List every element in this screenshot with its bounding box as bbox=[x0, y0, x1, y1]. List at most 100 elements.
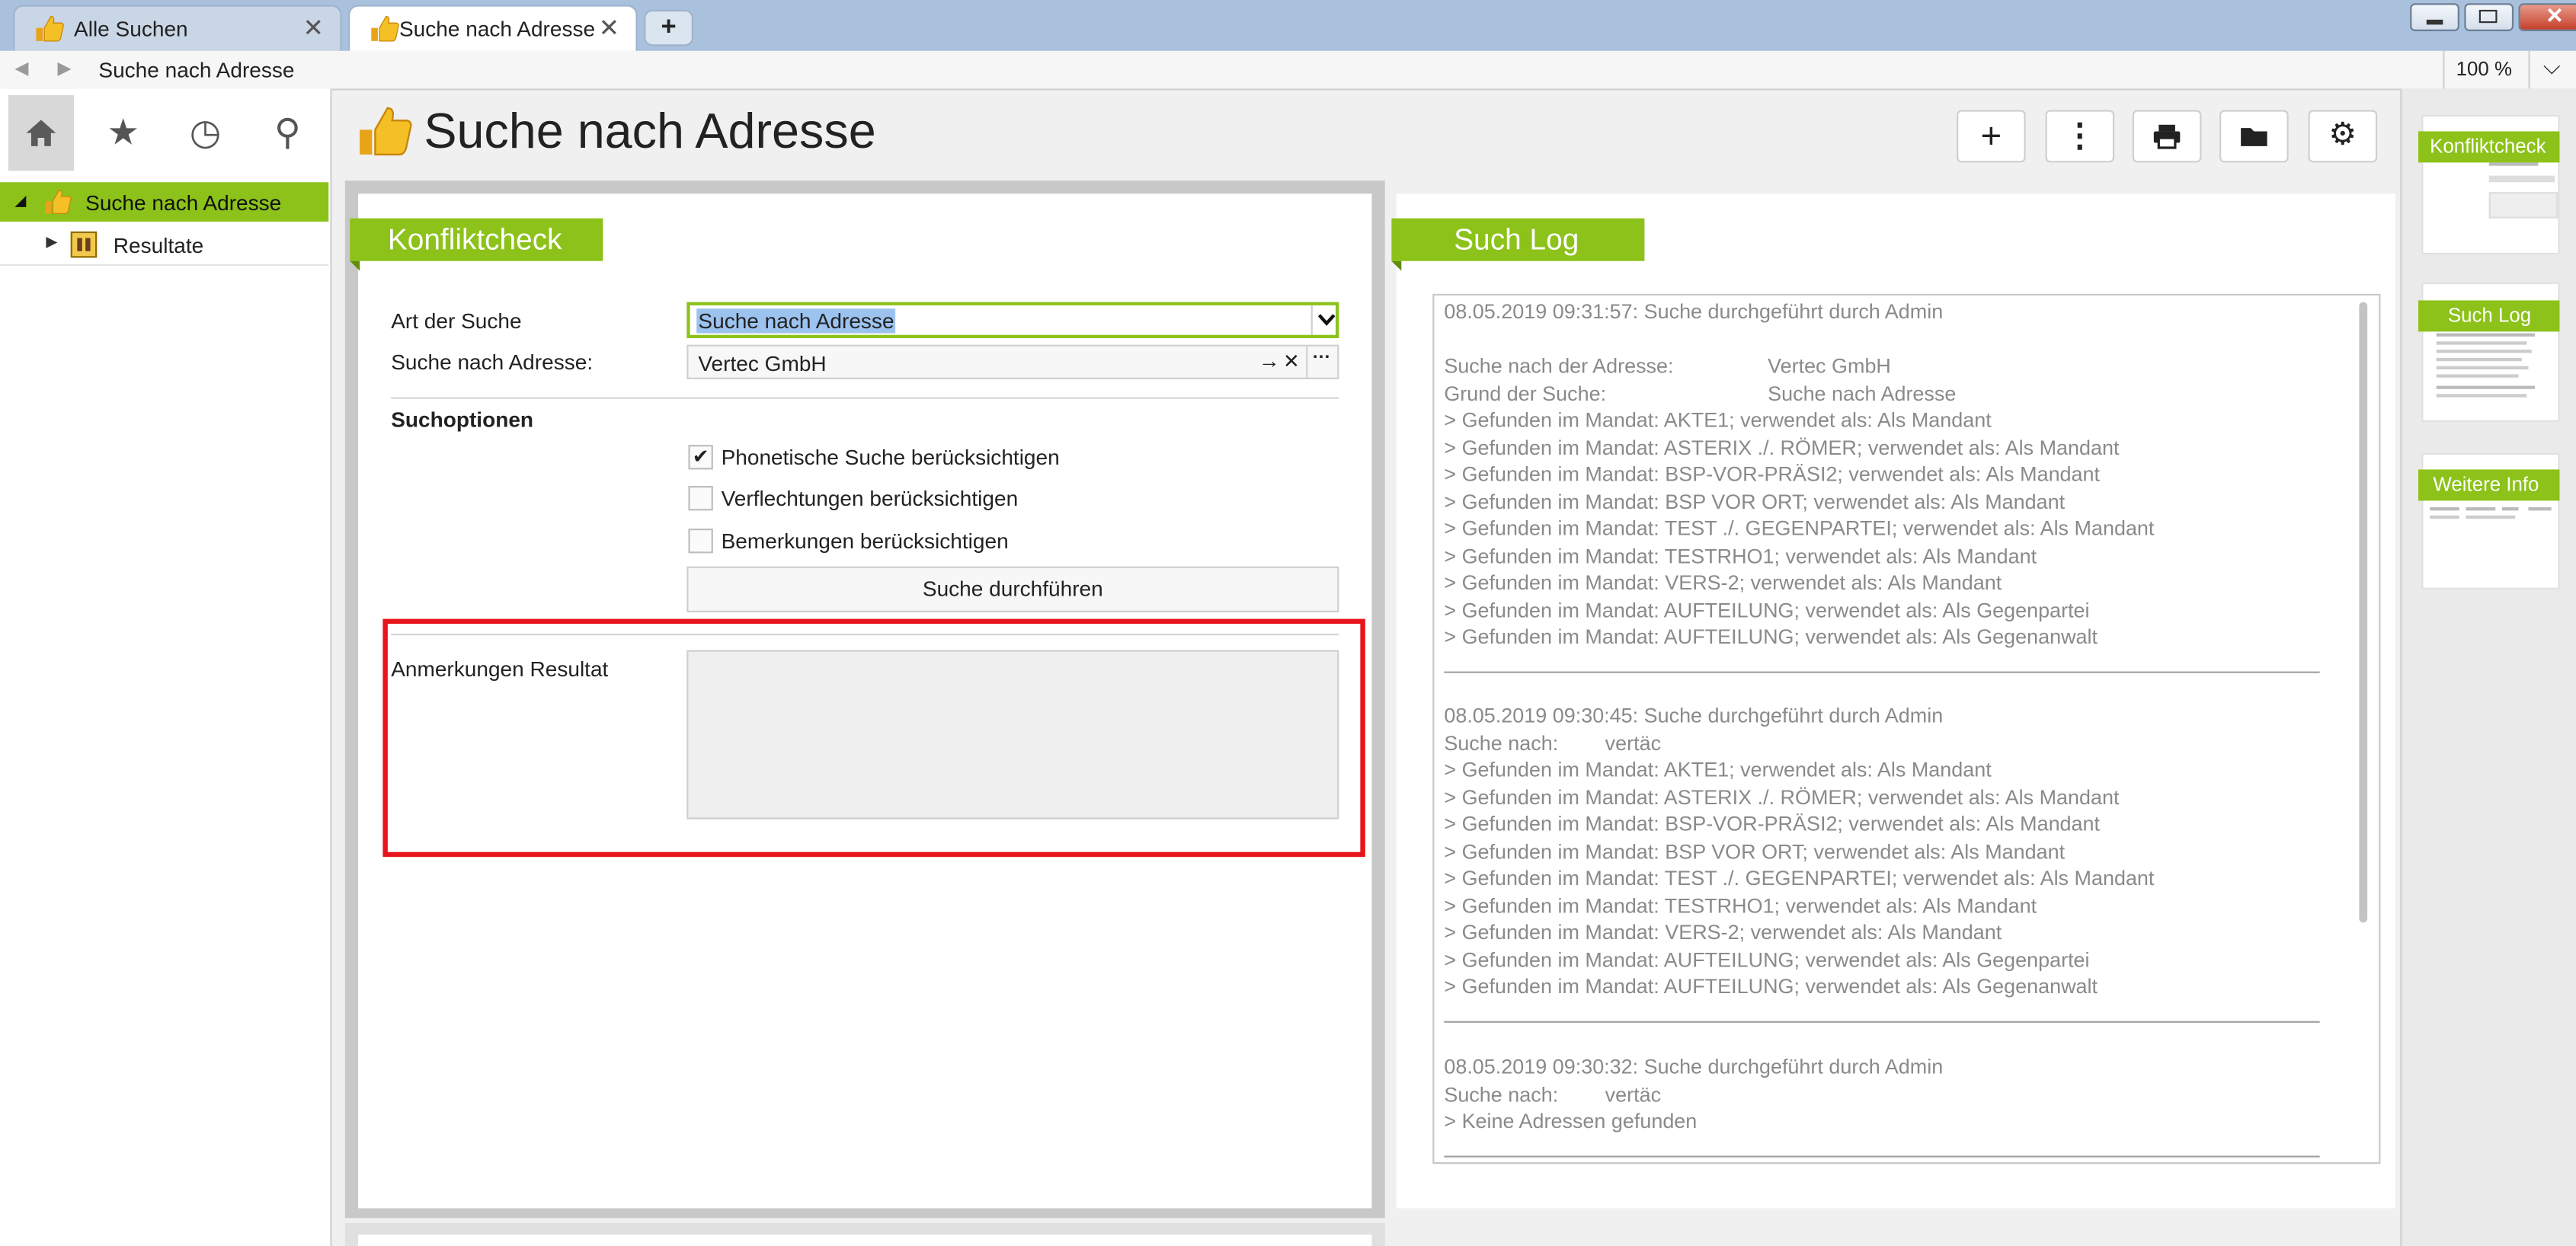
such-log-textbox[interactable]: 08.05.2019 09:31:57: Suche durchgeführt … bbox=[1432, 293, 2381, 1165]
log-field-key: Suche nach: bbox=[1444, 1082, 1559, 1106]
log-line: > Gefunden im Mandat: BSP-VOR-PRÄSI2; ve… bbox=[1444, 812, 2101, 836]
log-field-key: Grund der Suche: bbox=[1444, 382, 1607, 405]
log-line: > Gefunden im Mandat: VERS-2; verwendet … bbox=[1444, 921, 2002, 944]
log-line: > Gefunden im Mandat: TESTRHO1; verwende… bbox=[1444, 544, 2037, 567]
next-card bbox=[358, 1234, 1372, 1246]
log-line: > Gefunden im Mandat: ASTERIX ./. RÖMER;… bbox=[1444, 436, 2120, 459]
forward-icon[interactable]: ▶ bbox=[57, 57, 71, 79]
log-line: > Gefunden im Mandat: AKTE1; verwendet a… bbox=[1444, 758, 1992, 782]
suche-nach-adresse-label: Suche nach Adresse: bbox=[391, 350, 594, 375]
input-value: Vertec GmbH bbox=[698, 351, 827, 376]
log-field-value: Vertec GmbH bbox=[1768, 354, 1891, 378]
tree-item-suche-nach-adresse[interactable]: ◢ Suche nach Adresse bbox=[0, 182, 329, 222]
log-line: > Gefunden im Mandat: AUFTEILUNG; verwen… bbox=[1444, 947, 2090, 971]
tree-item-resultate[interactable]: ▶ Resultate bbox=[0, 225, 329, 267]
log-field-value: vertäc bbox=[1605, 731, 1662, 755]
label-corner bbox=[1391, 260, 1402, 271]
tab-label: Alle Suchen bbox=[74, 16, 188, 41]
thumbnail-rail bbox=[2400, 88, 2576, 1246]
adresse-input[interactable]: Vertec GmbH → ✕ ··· bbox=[686, 344, 1339, 379]
bemerkungen-checkbox[interactable] bbox=[688, 529, 713, 554]
close-window-button[interactable]: ✕ bbox=[2518, 3, 2576, 31]
tree-item-label: Suche nach Adresse bbox=[85, 190, 282, 216]
more-dots-icon[interactable]: ··· bbox=[1313, 348, 1331, 368]
results-folder-icon bbox=[70, 231, 98, 258]
restore-icon bbox=[2478, 9, 2498, 24]
minimize-button[interactable] bbox=[2410, 3, 2459, 31]
log-line: > Gefunden im Mandat: TESTRHO1; verwende… bbox=[1444, 893, 2037, 917]
close-tab-icon[interactable]: ✕ bbox=[599, 13, 619, 43]
log-field-value: vertäc bbox=[1605, 1082, 1662, 1106]
zoom-level[interactable]: 100 % bbox=[2456, 57, 2512, 80]
printer-icon bbox=[2153, 124, 2181, 149]
option-label: Verflechtungen berücksichtigen bbox=[721, 486, 1019, 511]
log-line: > Gefunden im Mandat: AKTE1; verwendet a… bbox=[1444, 408, 1992, 432]
clear-icon[interactable]: ✕ bbox=[1283, 350, 1300, 372]
log-line: > Keine Adressen gefunden bbox=[1444, 1110, 1698, 1133]
log-field-key: Suche nach der Adresse: bbox=[1444, 354, 1674, 378]
goto-arrow-icon[interactable]: → bbox=[1259, 348, 1280, 372]
close-tab-icon[interactable]: ✕ bbox=[303, 13, 324, 43]
log-line: > Gefunden im Mandat: TEST ./. GEGENPART… bbox=[1444, 516, 2155, 541]
history-clock-icon[interactable]: ◷ bbox=[172, 95, 238, 171]
thumbs-up-icon bbox=[360, 107, 412, 156]
tab-alle-suchen[interactable]: Alle Suchen ✕ bbox=[13, 5, 342, 51]
log-separator bbox=[1444, 1155, 2320, 1158]
chevron-down-icon[interactable] bbox=[1317, 312, 1336, 329]
close-icon: ✕ bbox=[2546, 3, 2564, 28]
thumbnail-label: Such Log bbox=[2418, 300, 2560, 332]
log-entry-header: 08.05.2019 09:30:32: Suche durchgeführt … bbox=[1444, 1055, 1944, 1079]
suche-durchfuehren-button[interactable]: Suche durchführen bbox=[686, 566, 1339, 612]
new-tab-button[interactable]: + bbox=[644, 9, 693, 46]
log-line: > Gefunden im Mandat: VERS-2; verwendet … bbox=[1444, 571, 2002, 595]
log-entry-header: 08.05.2019 09:31:57: Suche durchgeführt … bbox=[1444, 300, 1944, 324]
home-icon[interactable] bbox=[8, 95, 75, 171]
verflechtungen-checkbox[interactable] bbox=[688, 486, 713, 511]
add-button[interactable]: + bbox=[1957, 110, 2026, 163]
breadcrumb: Suche nach Adresse bbox=[98, 57, 295, 82]
page-title: Suche nach Adresse bbox=[424, 104, 876, 160]
tab-label: Suche nach Adresse bbox=[398, 16, 596, 41]
log-line: > Gefunden im Mandat: ASTERIX ./. RÖMER;… bbox=[1444, 785, 2120, 809]
tree-item-label: Resultate bbox=[113, 233, 204, 258]
thumbnail-label: Weitere Info bbox=[2418, 469, 2560, 501]
expand-arrow-icon[interactable]: ◢ bbox=[14, 192, 26, 210]
log-field-value: Suche nach Adresse bbox=[1768, 382, 1957, 405]
option-label: Phonetische Suche berücksichtigen bbox=[721, 445, 1060, 470]
label-corner bbox=[350, 260, 360, 271]
back-icon[interactable]: ◀ bbox=[14, 57, 28, 79]
suchoptionen-heading: Suchoptionen bbox=[391, 407, 534, 432]
thumbs-up-icon bbox=[371, 15, 399, 42]
log-field-key: Suche nach: bbox=[1444, 731, 1559, 755]
phonetische-suche-checkbox[interactable]: ✔ bbox=[688, 445, 713, 470]
folder-icon bbox=[2241, 128, 2267, 146]
thumbnail-label: Konfliktcheck bbox=[2418, 131, 2560, 163]
thumbs-up-icon bbox=[45, 190, 72, 214]
favorites-star-icon[interactable]: ★ bbox=[91, 95, 156, 171]
art-der-suche-select[interactable]: Suche nach Adresse bbox=[686, 302, 1339, 339]
minimize-icon bbox=[2426, 19, 2443, 25]
thumbs-up-icon bbox=[36, 15, 64, 42]
log-line: > Gefunden im Mandat: AUFTEILUNG; verwen… bbox=[1444, 975, 2098, 998]
log-separator bbox=[1444, 1021, 2320, 1023]
divider bbox=[2528, 50, 2530, 89]
settings-gear-button[interactable]: ⚙ bbox=[2308, 110, 2378, 163]
restore-button[interactable] bbox=[2464, 3, 2514, 31]
search-icon[interactable]: ⚲ bbox=[254, 95, 320, 171]
tab-suche-nach-adresse[interactable]: Suche nach Adresse ✕ bbox=[348, 5, 638, 51]
print-button[interactable] bbox=[2132, 110, 2202, 163]
chevron-down-icon[interactable]: ⌵ bbox=[2543, 53, 2561, 81]
log-scrollbar-thumb[interactable] bbox=[2359, 302, 2368, 923]
section-title-konfliktcheck: Konfliktcheck bbox=[350, 218, 603, 261]
log-entry-header: 08.05.2019 09:30:45: Suche durchgeführt … bbox=[1444, 704, 1944, 727]
highlight-box bbox=[382, 618, 1365, 858]
select-value: Suche nach Adresse bbox=[696, 308, 896, 334]
folder-button[interactable] bbox=[2219, 110, 2289, 163]
section-title-such-log: Such Log bbox=[1391, 218, 1645, 261]
divider bbox=[391, 397, 1339, 399]
log-separator bbox=[1444, 671, 2320, 673]
collapsed-arrow-icon[interactable]: ▶ bbox=[46, 233, 57, 251]
log-line: > Gefunden im Mandat: AUFTEILUNG; verwen… bbox=[1444, 598, 2090, 621]
address-bar: ◀ ▶ Suche nach Adresse 100 % ⌵ bbox=[0, 50, 2576, 91]
more-options-button[interactable]: ⋮ bbox=[2045, 110, 2115, 163]
